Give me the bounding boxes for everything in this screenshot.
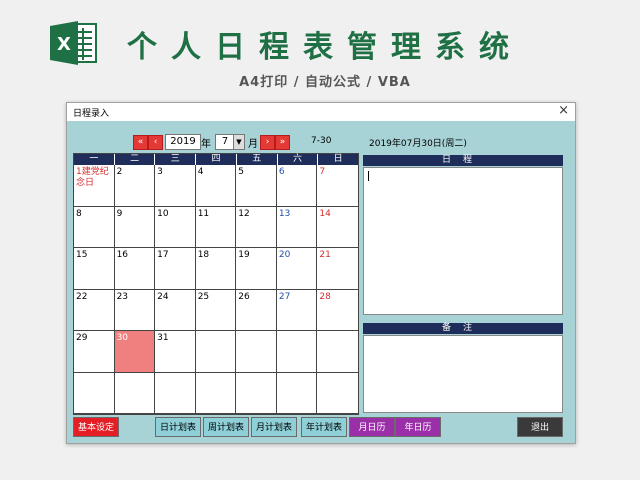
next-month-button[interactable]: › [260, 135, 275, 150]
calendar-day-cell[interactable]: 13 [276, 206, 318, 248]
calendar-day-cell[interactable]: 3 [155, 165, 196, 207]
prev-month-button[interactable]: ‹ [148, 135, 163, 150]
calendar-day-cell[interactable]: 28 [317, 290, 358, 331]
window-title-bar[interactable]: 日程录入 × [67, 103, 575, 121]
notes-textarea[interactable] [363, 335, 563, 413]
calendar-day-cell[interactable] [317, 331, 358, 373]
text-cursor [368, 171, 369, 181]
weekday-wed: 三 [155, 154, 197, 165]
year-calendar-button[interactable]: 年日历 [395, 417, 441, 437]
calendar-grid: 1建党纪念日 2 3 4 5 6 7 8 9 10 11 12 13 14 15 16 17 18 19 20 21 22… [74, 165, 358, 414]
exit-button[interactable]: 退出 [517, 417, 563, 437]
calendar-day-cell[interactable] [114, 372, 156, 414]
yearly-plan-button[interactable]: 年计划表 [301, 417, 347, 437]
calendar-day-cell[interactable]: 12 [236, 206, 277, 248]
calendar-day-cell[interactable]: 25 [195, 289, 237, 331]
monthly-plan-button[interactable]: 月计划表 [251, 417, 297, 437]
selected-date-label: 2019年07月30日(周二) [369, 139, 467, 149]
schedule-panel-header: 日程 [363, 155, 563, 166]
calendar-day-cell[interactable]: 5 [236, 165, 277, 207]
settings-button[interactable]: 基本设定 [73, 417, 119, 437]
calendar-day-cell[interactable]: 6 [276, 165, 318, 207]
calendar-day-cell[interactable] [74, 372, 115, 414]
svg-text:X: X [57, 34, 71, 55]
weekday-mon: 一 [74, 154, 115, 165]
weekly-plan-button[interactable]: 周计划表 [203, 417, 249, 437]
calendar-day-cell[interactable]: 14 [317, 207, 358, 248]
calendar-day-cell[interactable]: 21 [317, 248, 358, 290]
calendar-day-cell[interactable] [195, 372, 237, 414]
calendar-day-cell[interactable]: 23 [114, 289, 156, 331]
window-body: « ‹ 2019 年 7 ▼ 月 › » 7-30 2019年07月30日(周二… [67, 121, 575, 443]
calendar-day-cell[interactable]: 26 [236, 289, 277, 331]
calendar-day-cell[interactable]: 15 [74, 248, 115, 290]
calendar-day-cell[interactable]: 4 [195, 165, 237, 207]
month-calendar-button[interactable]: 月日历 [349, 417, 395, 437]
daily-plan-button[interactable]: 日计划表 [155, 417, 201, 437]
prev-year-button[interactable]: « [133, 135, 148, 150]
calendar-day-cell[interactable] [236, 372, 277, 414]
page-subtitle: A4打印 / 自动公式 / VBA [239, 75, 411, 90]
calendar-day-cell[interactable]: 18 [195, 248, 237, 290]
calendar-day-cell[interactable]: 27 [276, 289, 318, 331]
schedule-textarea[interactable] [363, 167, 563, 315]
calendar-day-cell[interactable] [276, 331, 318, 373]
weekday-tue: 二 [115, 154, 156, 165]
weekday-sat: 六 [278, 154, 319, 165]
year-label: 年 [201, 139, 211, 150]
calendar-day-cell[interactable]: 20 [276, 248, 318, 290]
calendar-day-cell[interactable]: 16 [114, 248, 156, 290]
month-label: 月 [248, 139, 258, 150]
calendar-day-cell[interactable]: 22 [74, 289, 115, 331]
date-range-label: 7-30 [311, 136, 332, 146]
year-input[interactable]: 2019 [165, 134, 201, 150]
calendar-day-cell[interactable]: 9 [114, 206, 156, 248]
calendar-day-cell[interactable]: 24 [155, 289, 196, 331]
close-icon[interactable]: × [558, 103, 569, 118]
calendar-day-cell[interactable]: 1建党纪念日 [74, 165, 115, 207]
calendar-day-cell[interactable]: 31 [155, 331, 196, 373]
calendar-day-cell[interactable]: 17 [155, 248, 196, 290]
calendar-day-cell[interactable]: 11 [195, 206, 237, 248]
page-title: 个人日程表管理系统 [127, 30, 523, 65]
calendar-day-cell[interactable]: 2 [114, 165, 156, 207]
calendar-day-cell[interactable]: 10 [155, 206, 196, 248]
next-year-button[interactable]: » [275, 135, 290, 150]
calendar-day-cell[interactable]: 8 [74, 206, 115, 248]
weekday-sun: 日 [333, 154, 343, 164]
calendar-day-cell[interactable] [236, 331, 277, 373]
weekday-header: 一 二 三 四 五 六 日 [74, 154, 358, 165]
weekday-fri: 五 [237, 154, 278, 165]
calendar-day-cell[interactable]: 19 [236, 248, 277, 290]
chevron-down-icon[interactable]: ▼ [233, 134, 245, 150]
calendar-day-cell[interactable]: 30 [114, 331, 156, 373]
calendar-day-cell[interactable] [155, 372, 196, 414]
window-title: 日程录入 [73, 109, 110, 119]
calendar-day-cell[interactable] [195, 331, 237, 373]
calendar-day-cell[interactable]: 29 [74, 331, 115, 373]
calendar-day-cell[interactable] [317, 373, 358, 414]
calendar-day-cell[interactable]: 7 [317, 165, 358, 207]
month-calendar: 一 二 三 四 五 六 日 1建党纪念日 2 3 4 5 6 7 8 9 10 11 12 13 14 15… [73, 153, 359, 415]
month-select[interactable]: 7 [215, 134, 235, 150]
notes-panel-header: 备注 [363, 323, 563, 334]
weekday-thu: 四 [196, 154, 237, 165]
calendar-day-cell[interactable] [276, 372, 318, 414]
excel-icon: X [48, 18, 100, 68]
schedule-entry-window: 日程录入 × « ‹ 2019 年 7 ▼ 月 › » 7-30 2019年07… [66, 102, 576, 444]
